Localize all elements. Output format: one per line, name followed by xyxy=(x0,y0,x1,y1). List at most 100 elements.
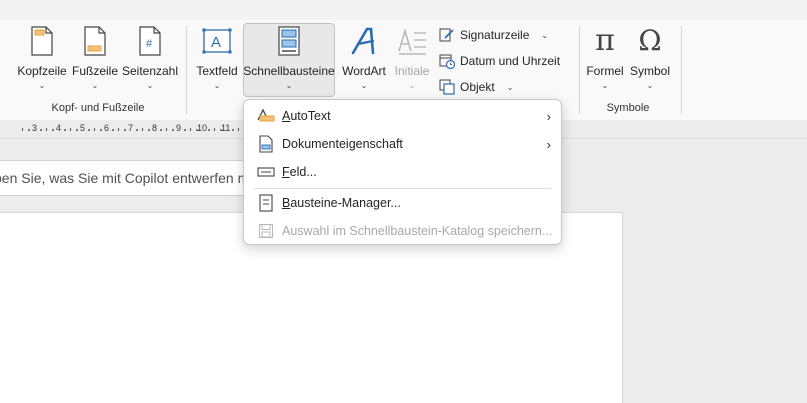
group-divider xyxy=(186,26,187,114)
group-divider xyxy=(579,26,580,114)
svg-text:#: # xyxy=(146,38,153,50)
formel-label: Formel xyxy=(586,64,624,78)
ruler-number: 10 xyxy=(197,123,208,133)
quick-parts-icon xyxy=(271,24,307,58)
ruler-number: 11 xyxy=(221,123,231,133)
objekt-label: Objekt xyxy=(460,80,495,94)
date-time-icon xyxy=(439,53,455,69)
ruler-tick xyxy=(238,128,239,131)
menu-item-dokumenteigenschaft[interactable]: Dokumenteigenschaft › xyxy=(244,130,561,158)
symbol-button[interactable]: Ω Symbol ⌄ xyxy=(628,24,672,91)
document-property-icon xyxy=(257,135,275,153)
seitenzahl-button[interactable]: # Seitenzahl ⌄ xyxy=(122,24,178,90)
chevron-down-icon: ⌄ xyxy=(646,81,654,90)
ruler-dot xyxy=(160,129,162,131)
menu-item-label: AutoText xyxy=(282,109,331,123)
ruler-dot xyxy=(112,129,114,131)
group-label-kopf-fusszeile: Kopf- und Fußzeile xyxy=(51,102,145,114)
ruler-dot xyxy=(208,129,210,131)
page-number-icon: # xyxy=(132,24,168,58)
ruler-tick xyxy=(70,128,71,131)
field-icon xyxy=(257,163,275,181)
ruler-dot xyxy=(232,129,234,131)
submenu-arrow-icon: › xyxy=(546,108,551,124)
ruler-number: 6 xyxy=(104,123,110,133)
omega-symbol-icon: Ω xyxy=(638,24,662,57)
ruler-dot xyxy=(124,129,126,131)
menu-item-feld[interactable]: Feld... xyxy=(244,158,561,186)
ruler-tick xyxy=(142,128,143,131)
ruler-tick xyxy=(94,128,95,131)
footer-page-icon xyxy=(77,24,113,58)
ruler-number: 4 xyxy=(56,123,62,133)
ruler-tick xyxy=(214,128,215,131)
seitenzahl-label: Seitenzahl xyxy=(121,64,179,78)
ruler-dot xyxy=(76,129,78,131)
menu-item-label: Feld... xyxy=(282,165,317,179)
chevron-down-icon: ⌄ xyxy=(285,81,293,90)
textbox-icon: A xyxy=(199,24,235,58)
menu-item-autotext[interactable]: AutoText › xyxy=(244,102,561,130)
chevron-down-icon: ⌄ xyxy=(146,81,154,90)
kopfzeile-button[interactable]: Kopfzeile ⌄ xyxy=(16,24,68,90)
wordart-button[interactable]: WordArt ⌄ xyxy=(339,24,389,90)
fusszeile-button[interactable]: Fußzeile ⌄ xyxy=(70,24,120,90)
chevron-down-icon: ⌄ xyxy=(408,81,416,90)
formel-button[interactable]: π Formel ⌄ xyxy=(584,23,626,91)
textfeld-label: Textfeld xyxy=(196,64,238,78)
ruler-dot xyxy=(148,129,150,131)
ruler-tick xyxy=(22,128,23,131)
initiale-button[interactable]: Initiale ⌄ xyxy=(392,24,432,90)
ruler-tick xyxy=(118,128,119,131)
ruler-dot xyxy=(136,129,138,131)
schnellbausteine-button[interactable]: Schnellbausteine ⌄ xyxy=(243,23,335,97)
signaturzeile-button[interactable]: Signaturzeile ⌄ xyxy=(439,27,548,43)
datum-uhrzeit-button[interactable]: Datum und Uhrzeit xyxy=(439,53,560,69)
ruler-dot xyxy=(40,129,42,131)
save-selection-icon xyxy=(257,222,275,240)
ruler-number: 7 xyxy=(128,123,134,133)
menu-item-label: Dokumenteigenschaft xyxy=(282,137,403,151)
ruler-tick xyxy=(166,128,167,131)
copilot-placeholder: ben Sie, was Sie mit Copilot entwerfen m xyxy=(0,170,250,186)
chevron-down-icon: ⌄ xyxy=(360,81,368,90)
ruler-dot xyxy=(64,129,66,131)
ruler-tick xyxy=(46,128,47,131)
object-icon xyxy=(439,79,455,95)
datum-uhrzeit-label: Datum und Uhrzeit xyxy=(460,54,561,68)
chevron-down-icon: ⌄ xyxy=(601,81,609,90)
kopfzeile-label: Kopfzeile xyxy=(17,64,67,78)
header-page-icon xyxy=(24,24,60,58)
menu-item-label: Auswahl im Schnellbaustein-Katalog speic… xyxy=(282,224,553,238)
group-label-symbole: Symbole xyxy=(606,102,650,114)
drop-cap-icon xyxy=(394,24,430,58)
textfeld-button[interactable]: A Textfeld ⌄ xyxy=(194,24,240,90)
chevron-down-icon: ⌄ xyxy=(541,30,549,40)
autotext-icon xyxy=(257,107,275,125)
chevron-down-icon: ⌄ xyxy=(213,81,221,90)
wordart-label: WordArt xyxy=(342,64,386,78)
ruler-dot xyxy=(220,129,222,131)
signaturzeile-label: Signaturzeile xyxy=(460,28,530,42)
ruler-dot xyxy=(88,129,90,131)
fusszeile-label: Fußzeile xyxy=(71,64,118,78)
ruler-number: 8 xyxy=(152,123,158,133)
title-bar-strip xyxy=(0,0,807,20)
building-blocks-manager-icon xyxy=(257,194,275,212)
initiale-label: Initiale xyxy=(394,64,430,78)
ruler-dot xyxy=(184,129,186,131)
ruler-dot xyxy=(172,129,174,131)
signature-line-icon xyxy=(439,27,455,43)
chevron-down-icon: ⌄ xyxy=(91,81,99,90)
ruler-dot xyxy=(196,129,198,131)
menu-item-bausteine-manager[interactable]: Bausteine-Manager... xyxy=(244,189,561,217)
menu-item-auswahl-speichern[interactable]: Auswahl im Schnellbaustein-Katalog speic… xyxy=(244,217,561,245)
ruler-number: 3 xyxy=(32,123,38,133)
pi-equation-icon: π xyxy=(595,23,615,58)
chevron-down-icon: ⌄ xyxy=(506,82,514,92)
wordart-icon xyxy=(346,24,382,58)
ruler-dot xyxy=(28,129,30,131)
objekt-button[interactable]: Objekt ⌄ xyxy=(439,79,513,95)
schnellbausteine-label: Schnellbausteine xyxy=(243,64,335,78)
ruler-number: 9 xyxy=(176,123,182,133)
